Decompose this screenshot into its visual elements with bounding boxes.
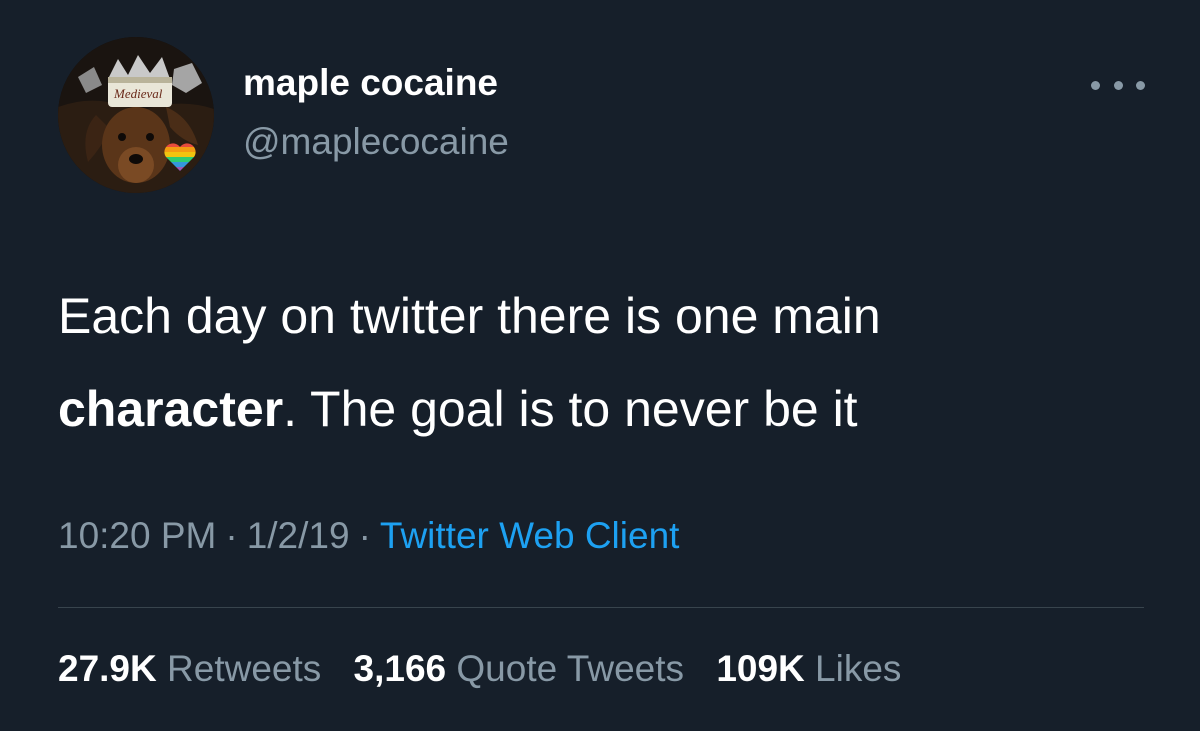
likes-label: Likes [815, 648, 902, 689]
meta-separator: · [358, 515, 371, 556]
tweet-bold-word: character [58, 381, 284, 437]
user-handle[interactable]: @maplecocaine [243, 121, 509, 163]
svg-text:Medieval: Medieval [113, 86, 163, 101]
tweet-line-2: character. The goal is to never be it [58, 363, 1158, 456]
quote-tweets-stat[interactable]: 3,166 Quote Tweets [354, 648, 685, 689]
tweet-line-2-rest: . The goal is to never be it [283, 381, 858, 437]
divider [58, 607, 1144, 608]
more-dot [1136, 80, 1145, 90]
avatar[interactable]: Medieval [58, 37, 214, 193]
quote-tweets-label: Quote Tweets [456, 648, 685, 689]
quote-tweets-count: 3,166 [353, 648, 447, 689]
retweets-count: 27.9K [58, 648, 157, 689]
display-name[interactable]: maple cocaine [243, 62, 498, 104]
tweet-date[interactable]: 1/2/19 [247, 515, 350, 556]
retweets-stat[interactable]: 27.9K Retweets [58, 648, 321, 689]
tweet-meta: 10:20 PM · 1/2/19 · Twitter Web Client [58, 515, 679, 557]
likes-stat[interactable]: 109K Likes [716, 648, 901, 689]
tweet-text: Each day on twitter there is one main ch… [58, 270, 1158, 456]
tweet-line-1: Each day on twitter there is one main [58, 288, 881, 344]
meta-separator: · [225, 515, 238, 556]
tweet-card: Medieval maple cocaine @maplecocaine Eac… [0, 0, 1200, 731]
likes-count: 109K [716, 648, 805, 689]
more-dot [1113, 80, 1123, 90]
tweet-stats: 27.9K Retweets 3,166 Quote Tweets 109K L… [58, 648, 923, 690]
tweet-time[interactable]: 10:20 PM [58, 515, 216, 556]
more-dot [1091, 80, 1100, 90]
tweet-client-link[interactable]: Twitter Web Client [380, 515, 680, 556]
retweets-label: Retweets [167, 648, 322, 689]
more-options-icon[interactable] [1091, 70, 1145, 100]
dog-avatar-icon: Medieval [58, 37, 214, 193]
